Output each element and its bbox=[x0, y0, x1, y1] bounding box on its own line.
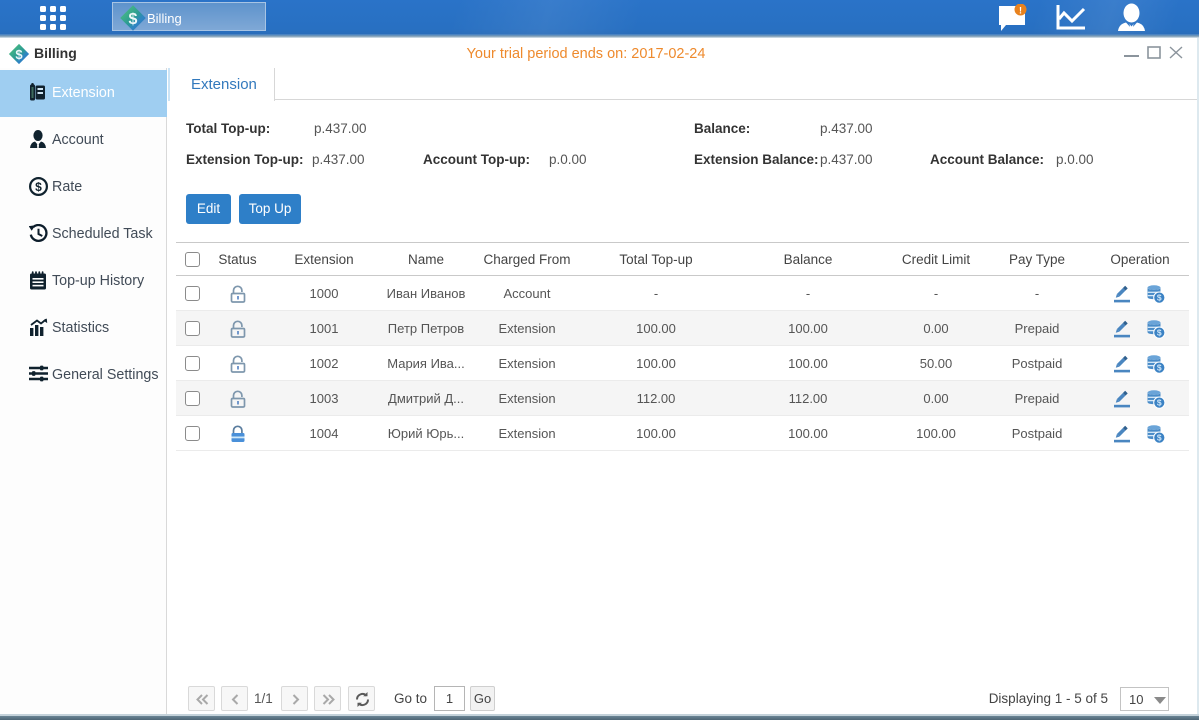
svg-text:$: $ bbox=[129, 11, 138, 28]
svg-text:$: $ bbox=[1157, 362, 1162, 372]
svg-text:$: $ bbox=[1157, 292, 1162, 302]
svg-text:!: ! bbox=[1019, 6, 1022, 16]
svg-text:$: $ bbox=[35, 180, 42, 194]
svg-text:$: $ bbox=[1157, 397, 1162, 407]
svg-text:$: $ bbox=[1157, 327, 1162, 337]
svg-text:$: $ bbox=[1157, 432, 1162, 442]
